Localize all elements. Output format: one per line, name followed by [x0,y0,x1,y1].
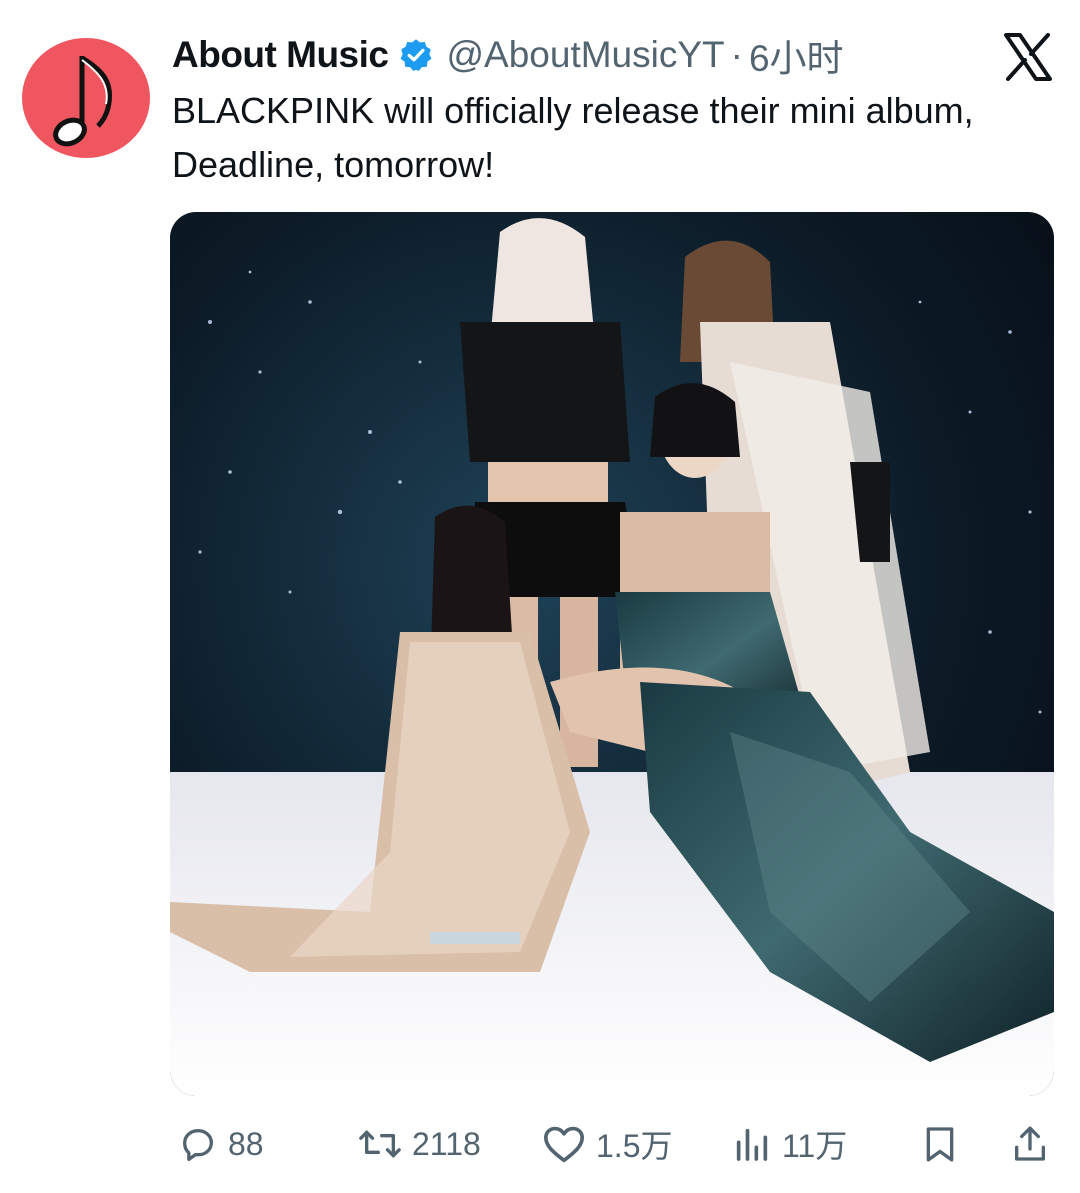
bookmark-button[interactable] [920,1118,970,1170]
post-photo[interactable] [170,212,1054,1096]
view-count: 11万 [782,1128,848,1164]
post-header: About Music @AboutMusicYT · 6小时 [172,30,960,80]
analytics-bars-icon [736,1128,768,1161]
repost-icon [359,1130,401,1158]
post-timestamp[interactable]: 6小时 [749,28,844,82]
group-photo-image [170,218,1054,1096]
reply-count: 88 [228,1125,264,1162]
views-button[interactable]: 11万 [732,1118,847,1170]
repost-count: 2118 [412,1125,481,1162]
bookmark-icon [926,1127,954,1162]
music-note-icon [53,55,112,147]
share-button[interactable] [1010,1118,1060,1170]
like-button[interactable]: 1.5万 [542,1118,673,1170]
post-text: BLACKPINK will officially release their … [172,90,974,185]
reply-button[interactable]: 88 [178,1118,264,1170]
x-logo-icon[interactable] [1002,33,1054,81]
author-avatar[interactable] [22,38,150,158]
post-action-bar: 88 2118 1.5万 11万 [170,1118,1054,1170]
like-count: 1.5万 [596,1128,673,1164]
verified-badge-icon [401,39,432,72]
separator-dot: · [730,34,743,75]
reply-icon [183,1129,213,1161]
author-handle[interactable]: @AboutMusicYT [446,34,724,76]
heart-icon [543,1126,584,1163]
share-icon [1015,1126,1045,1161]
repost-button[interactable]: 2118 [358,1118,481,1170]
author-name[interactable]: About Music [172,34,389,76]
